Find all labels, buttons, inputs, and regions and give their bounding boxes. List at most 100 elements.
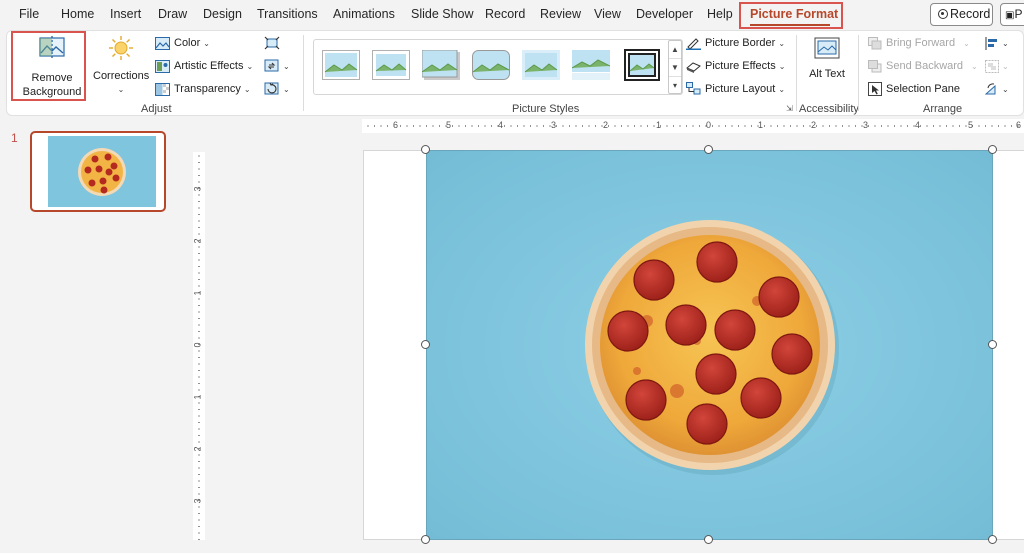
tab-transitions[interactable]: Transitions xyxy=(257,7,318,21)
picture-style-reflected[interactable] xyxy=(572,50,610,80)
tab-home[interactable]: Home xyxy=(61,7,94,21)
picture-layout-button[interactable]: Picture Layout ⌄ xyxy=(686,80,785,98)
compress-pictures-icon xyxy=(264,36,280,50)
tab-developer[interactable]: Developer xyxy=(636,7,693,21)
ruler-label: 4 xyxy=(498,120,504,130)
chevron-down-icon: ⌄ xyxy=(243,84,251,94)
vertical-ruler[interactable]: 3 2 1 0 1 2 3 xyxy=(193,152,205,540)
tab-record[interactable]: Record xyxy=(485,7,525,21)
transparency-button[interactable]: Transparency ⌄ xyxy=(155,80,251,98)
tab-review[interactable]: Review xyxy=(540,7,581,21)
gallery-scrollbar[interactable]: ▲ ▼ ▾ xyxy=(668,40,682,94)
record-icon xyxy=(938,9,948,19)
resize-handle-bottom-left[interactable] xyxy=(421,535,430,544)
ruler-label: 4 xyxy=(915,120,921,130)
horizontal-ruler-ticks xyxy=(367,125,1019,127)
record-button[interactable]: Record xyxy=(930,3,993,26)
chevron-down-icon: ⌄ xyxy=(963,38,970,48)
ruler-label: 1 xyxy=(192,394,203,400)
resize-handle-bottom-right[interactable] xyxy=(988,535,997,544)
group-label-arrange: Arrange xyxy=(923,103,963,115)
ruler-label: 1 xyxy=(192,290,203,296)
group-label-picture-styles: Picture Styles xyxy=(512,103,580,115)
ruler-label: 6 xyxy=(393,120,399,130)
reset-picture-button[interactable]: ⌄ xyxy=(264,80,290,98)
tab-animations[interactable]: Animations xyxy=(333,7,395,21)
chevron-down-icon: ⌄ xyxy=(778,38,786,48)
group-separator xyxy=(796,35,797,111)
change-picture-button[interactable]: ⌄ xyxy=(264,57,290,75)
align-icon xyxy=(985,36,997,50)
group-objects-button[interactable]: ⌄ xyxy=(985,57,1009,75)
group-label-adjust: Adjust xyxy=(141,103,172,115)
ribbon: Remove Background Corrections ⌄ Color ⌄ A… xyxy=(6,30,1024,116)
tab-draw[interactable]: Draw xyxy=(158,7,187,21)
present-button[interactable]: ▣P xyxy=(1000,3,1024,26)
pizza-image xyxy=(427,151,992,539)
picture-border-button[interactable]: Picture Border ⌄ xyxy=(686,34,785,52)
pencil-icon xyxy=(686,38,701,50)
pizza-picture[interactable] xyxy=(426,150,993,540)
chevron-down-icon: ⌄ xyxy=(283,84,290,94)
send-backward-button[interactable]: Send Backward ⌄ xyxy=(868,57,978,75)
send-backward-icon xyxy=(868,59,882,72)
tab-file[interactable]: File xyxy=(19,7,39,21)
transparency-icon xyxy=(155,82,170,96)
ruler-label: 2 xyxy=(192,446,203,452)
selection-pane-icon xyxy=(868,82,882,96)
resize-handle-top-left[interactable] xyxy=(421,145,430,154)
gallery-scroll-down-icon[interactable]: ▼ xyxy=(669,59,681,77)
change-picture-icon xyxy=(264,59,279,72)
dialog-launcher-icon[interactable]: ⇲ xyxy=(786,104,793,113)
picture-style-thick-black-frame[interactable] xyxy=(624,49,660,81)
thumbnail-pizza xyxy=(78,148,126,196)
ruler-label: 5 xyxy=(968,120,974,130)
tab-insert[interactable]: Insert xyxy=(110,7,141,21)
bring-forward-button[interactable]: Bring Forward ⌄ xyxy=(868,34,970,52)
picture-style-soft-edge[interactable] xyxy=(522,50,560,80)
slide-thumbnail[interactable] xyxy=(30,131,166,212)
ruler-label: 3 xyxy=(863,120,869,130)
color-button[interactable]: Color ⌄ xyxy=(155,34,210,52)
resize-handle-top-center[interactable] xyxy=(704,145,713,154)
picture-effects-button[interactable]: Picture Effects ⌄ xyxy=(686,57,785,75)
group-separator xyxy=(303,35,304,111)
gallery-scroll-up-icon[interactable]: ▲ xyxy=(669,41,681,59)
artistic-effects-button[interactable]: Artistic Effects ⌄ xyxy=(155,57,253,75)
picture-style-rounded[interactable] xyxy=(472,50,510,80)
resize-handle-top-right[interactable] xyxy=(988,145,997,154)
picture-effects-icon xyxy=(686,61,701,73)
rotate-button[interactable]: ⌄ xyxy=(985,80,1009,98)
gallery-more-icon[interactable]: ▾ xyxy=(669,77,681,95)
slide-number: 1 xyxy=(11,131,18,145)
ruler-label: 3 xyxy=(192,186,203,192)
horizontal-ruler[interactable]: 6 5 4 3 2 1 0 1 2 3 4 5 6 xyxy=(362,119,1024,133)
chevron-down-icon: ⌄ xyxy=(1002,61,1009,71)
resize-handle-middle-left[interactable] xyxy=(421,340,430,349)
selection-pane-button[interactable]: Selection Pane xyxy=(868,80,960,98)
menu-bar: File Home Insert Draw Design Transitions… xyxy=(0,0,1024,30)
resize-handle-bottom-center[interactable] xyxy=(704,535,713,544)
resize-handle-middle-right[interactable] xyxy=(988,340,997,349)
tab-design[interactable]: Design xyxy=(203,7,242,21)
alt-text-icon xyxy=(814,37,840,59)
compress-pictures-button[interactable] xyxy=(264,34,280,52)
align-button[interactable]: ⌄ xyxy=(985,34,1009,52)
ruler-label: 5 xyxy=(446,120,452,130)
picture-style-shadow[interactable] xyxy=(422,50,460,80)
ruler-label: 0 xyxy=(192,342,203,348)
chevron-down-icon: ⌄ xyxy=(246,61,254,71)
tab-slide-show[interactable]: Slide Show xyxy=(411,7,474,21)
picture-style-white-frame[interactable] xyxy=(372,50,410,80)
corrections-button[interactable]: Corrections ⌄ xyxy=(93,35,149,97)
thumbnail-picture xyxy=(48,136,156,207)
tab-help[interactable]: Help xyxy=(707,7,733,21)
ruler-label: 6 xyxy=(1016,120,1022,130)
chevron-down-icon: ⌄ xyxy=(778,61,786,71)
tab-view[interactable]: View xyxy=(594,7,621,21)
highlight-box-picture-format xyxy=(739,2,843,29)
alt-text-button[interactable]: Alt Text xyxy=(807,37,847,81)
picture-layout-icon xyxy=(686,82,701,95)
picture-style-simple-frame[interactable] xyxy=(322,50,360,80)
ruler-label: 1 xyxy=(758,120,764,130)
